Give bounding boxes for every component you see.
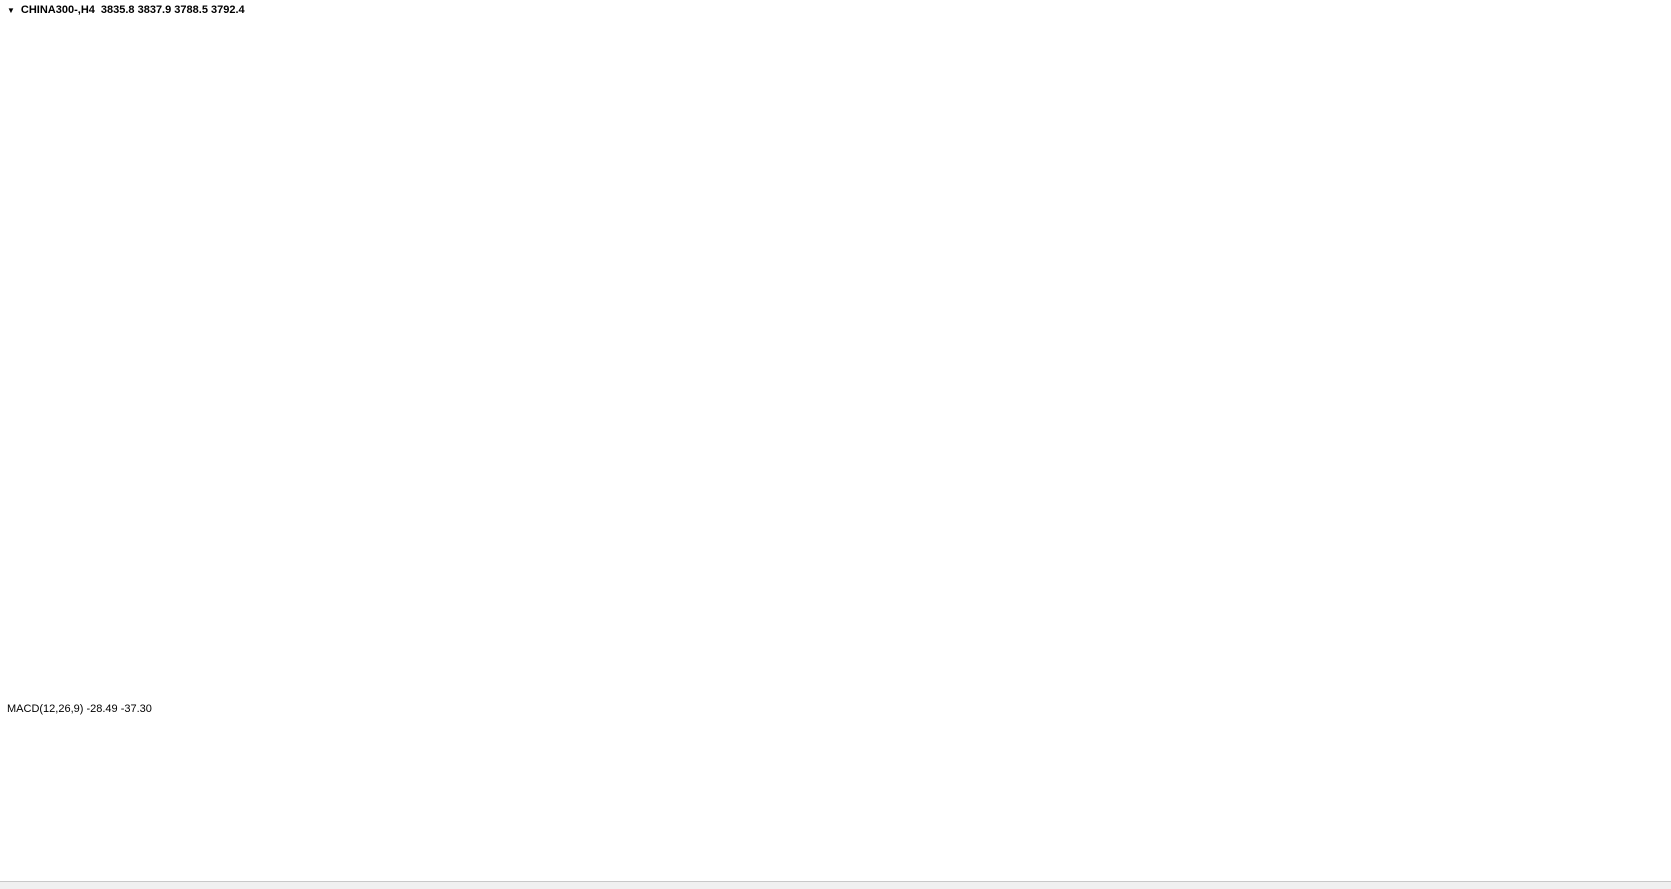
ohlc-readout: 3835.8 3837.9 3788.5 3792.4 [101,4,245,16]
symbol-dropdown-icon[interactable]: ▼ [7,6,15,15]
chart-surface[interactable]: 4182.54161.04140.04119.04098.04076.54055… [0,0,1671,889]
window-bottom-strip [0,881,1671,889]
chart-window: 4182.54161.04140.04119.04098.04076.54055… [0,0,1671,889]
chart-background: 4182.54161.04140.04119.04098.04076.54055… [0,0,1671,881]
macd-indicator-label: MACD(12,26,9) -28.49 -37.30 [7,703,152,715]
symbol-title: CHINA300-,H4 [21,4,95,16]
title-row: ▼ CHINA300-,H4 3835.8 3837.9 3788.5 3792… [7,4,245,16]
